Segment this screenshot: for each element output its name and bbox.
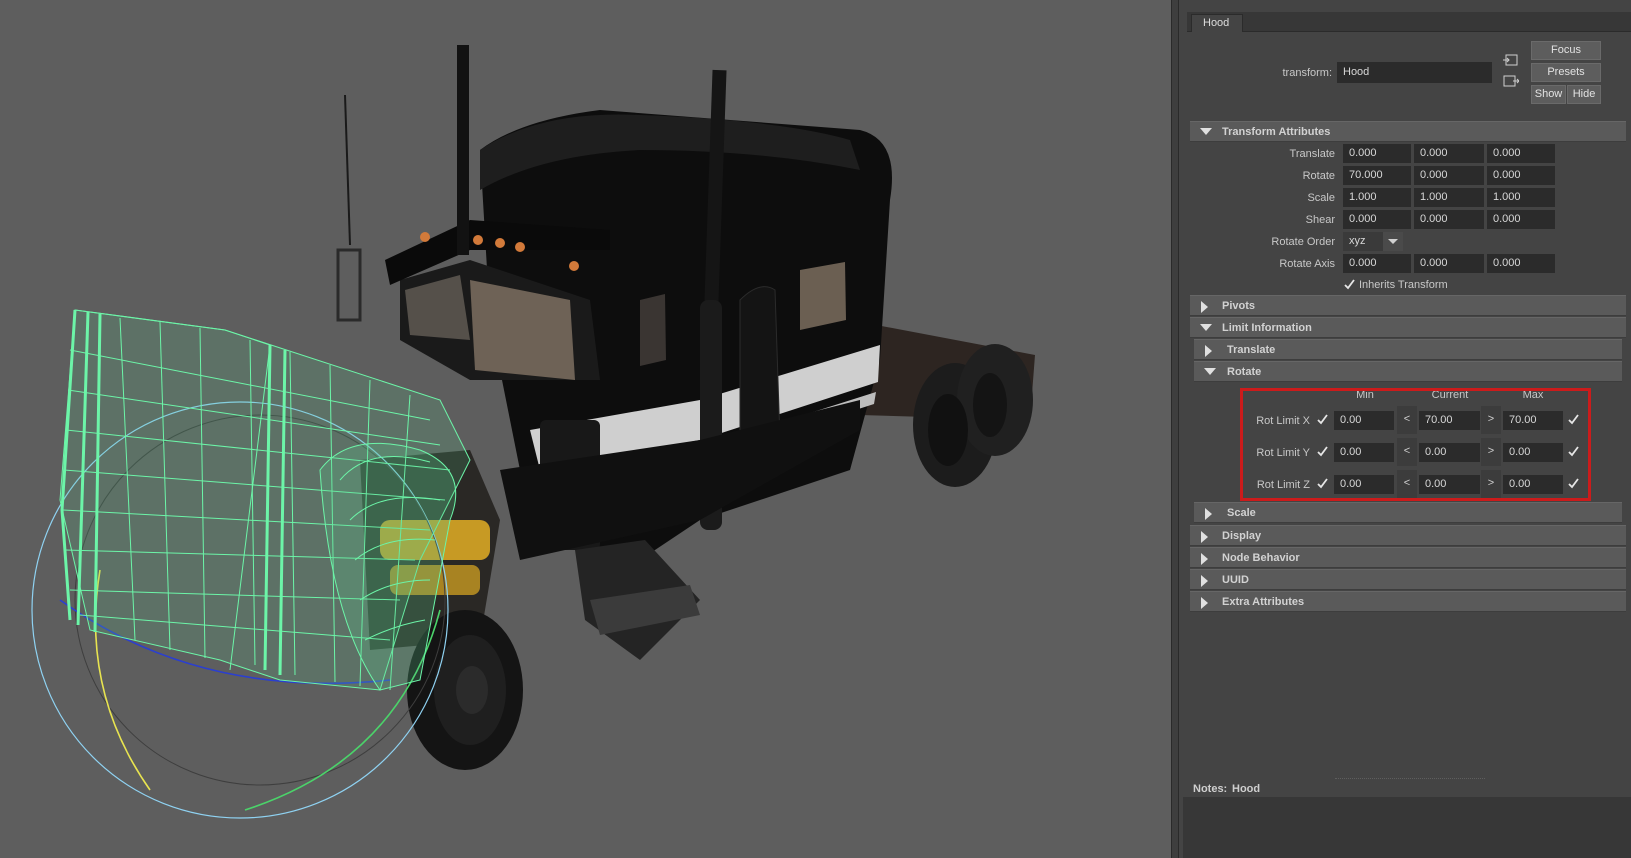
rotate-axis-y-field[interactable]: 0.000 bbox=[1414, 254, 1484, 273]
rotate-axis-label: Rotate Axis bbox=[1279, 258, 1335, 270]
notes-node-name: Hood bbox=[1232, 783, 1261, 795]
tab-hood[interactable]: Hood bbox=[1191, 14, 1243, 32]
frame-node-behavior[interactable]: Node Behavior bbox=[1190, 547, 1626, 568]
translate-label: Translate bbox=[1289, 148, 1335, 160]
collapsed-arrow-icon bbox=[1205, 508, 1212, 520]
expanded-arrow-icon bbox=[1200, 128, 1212, 135]
output-connections-icon[interactable] bbox=[1503, 74, 1519, 88]
frame-display[interactable]: Display bbox=[1190, 525, 1626, 546]
node-type-label: transform: bbox=[1282, 67, 1332, 79]
scale-y-field[interactable]: 1.000 bbox=[1414, 188, 1484, 207]
panel-splitter[interactable] bbox=[1171, 0, 1179, 858]
collapsed-arrow-icon bbox=[1201, 531, 1208, 543]
collapsed-arrow-icon bbox=[1201, 301, 1208, 313]
rotate-z-field[interactable]: 0.000 bbox=[1487, 166, 1555, 185]
focus-button[interactable]: Focus bbox=[1531, 41, 1601, 60]
rotate-y-field[interactable]: 0.000 bbox=[1414, 166, 1484, 185]
collapsed-arrow-icon bbox=[1201, 597, 1208, 609]
scale-label: Scale bbox=[1307, 192, 1335, 204]
shear-z-field[interactable]: 0.000 bbox=[1487, 210, 1555, 229]
frame-uuid[interactable]: UUID bbox=[1190, 569, 1626, 590]
collapsed-arrow-icon bbox=[1201, 553, 1208, 565]
notes-textarea[interactable] bbox=[1183, 797, 1631, 858]
frame-limit-translate[interactable]: Translate bbox=[1194, 339, 1622, 360]
inherits-transform-label: Inherits Transform bbox=[1359, 279, 1448, 291]
input-connections-icon[interactable] bbox=[1503, 53, 1519, 67]
rotate-axis-z-field[interactable]: 0.000 bbox=[1487, 254, 1555, 273]
hood-wireframe[interactable] bbox=[59, 309, 471, 691]
truck-scene bbox=[31, 45, 1035, 819]
notes-splitter[interactable] bbox=[1335, 778, 1485, 779]
translate-y-field[interactable]: 0.000 bbox=[1414, 144, 1484, 163]
hide-button[interactable]: Hide bbox=[1567, 85, 1601, 104]
expanded-arrow-icon bbox=[1200, 324, 1212, 331]
shear-label: Shear bbox=[1305, 214, 1335, 226]
scale-z-field[interactable]: 1.000 bbox=[1487, 188, 1555, 207]
frame-limit-scale[interactable]: Scale bbox=[1194, 502, 1622, 523]
notes-label: Notes: bbox=[1193, 783, 1228, 795]
rotate-axis-x-field[interactable]: 0.000 bbox=[1343, 254, 1411, 273]
chevron-down-icon bbox=[1388, 239, 1398, 244]
rotate-x-field[interactable]: 70.000 bbox=[1343, 166, 1411, 185]
rotate-limits-highlight bbox=[1240, 388, 1591, 501]
rotate-label: Rotate bbox=[1302, 170, 1335, 182]
collapsed-arrow-icon bbox=[1201, 575, 1208, 587]
expanded-arrow-icon bbox=[1204, 368, 1216, 375]
frame-transform-attributes[interactable]: Transform Attributes bbox=[1190, 121, 1626, 142]
rotate-order-label: Rotate Order bbox=[1271, 236, 1335, 248]
frame-pivots[interactable]: Pivots bbox=[1190, 295, 1626, 316]
shear-x-field[interactable]: 0.000 bbox=[1343, 210, 1411, 229]
frame-limit-information[interactable]: Limit Information bbox=[1190, 317, 1626, 338]
node-name-field[interactable]: Hood bbox=[1337, 62, 1492, 83]
frame-extra-attributes[interactable]: Extra Attributes bbox=[1190, 591, 1626, 612]
shear-y-field[interactable]: 0.000 bbox=[1414, 210, 1484, 229]
inherits-transform-checkbox[interactable] bbox=[1343, 278, 1356, 291]
show-button[interactable]: Show bbox=[1531, 85, 1566, 104]
viewport-3d[interactable] bbox=[0, 0, 1171, 858]
translate-x-field[interactable]: 0.000 bbox=[1343, 144, 1411, 163]
scale-x-field[interactable]: 1.000 bbox=[1343, 188, 1411, 207]
translate-z-field[interactable]: 0.000 bbox=[1487, 144, 1555, 163]
tab-bar: Hood bbox=[1187, 12, 1631, 32]
presets-button[interactable]: Presets bbox=[1531, 63, 1601, 82]
collapsed-arrow-icon bbox=[1205, 345, 1212, 357]
frame-limit-rotate[interactable]: Rotate bbox=[1194, 361, 1622, 382]
rotate-order-dropdown-button[interactable] bbox=[1383, 232, 1403, 251]
rotate-order-value: xyz bbox=[1349, 235, 1366, 247]
